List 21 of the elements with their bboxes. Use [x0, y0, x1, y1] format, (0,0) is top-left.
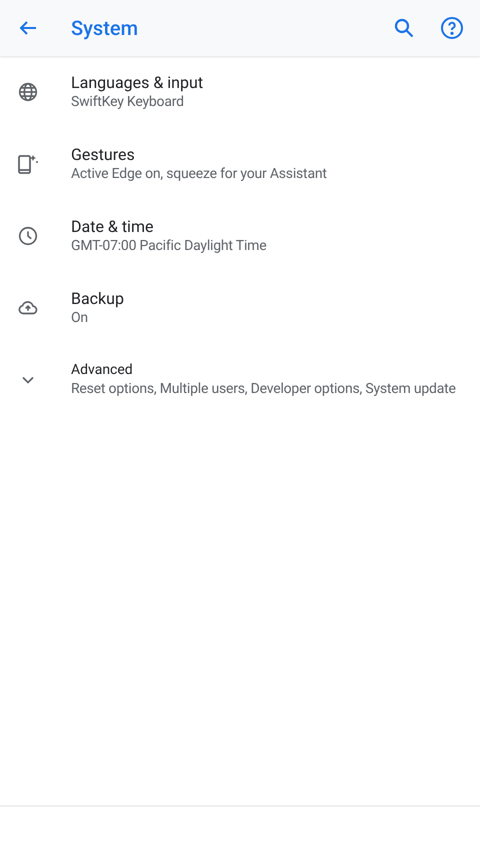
item-summary: SwiftKey Keyboard: [71, 93, 185, 112]
item-title: Backup: [71, 288, 124, 309]
settings-item[interactable]: Gestures Active Edge on, squeeze for your Assistant: [0, 128, 480, 200]
globe-icon: [17, 81, 39, 103]
item-summary: GMT-07:00 Pacific Daylight Time: [71, 237, 266, 256]
item-title: Gestures: [71, 144, 136, 165]
settings-item[interactable]: Date & time GMT-07:00 Pacific Daylight Time: [0, 200, 480, 272]
advanced-item[interactable]: Advanced Reset options, Multiple users, Developer options, System update: [0, 344, 480, 416]
item-title: Advanced: [71, 361, 134, 380]
screen-title: System: [71, 15, 138, 42]
phone-sparkle-icon: [16, 152, 40, 176]
item-summary: Reset options, Multiple users, Developer options, System update: [71, 380, 456, 399]
item-title: Languages & input: [71, 72, 204, 93]
item-summary: Active Edge on, squeeze for your Assistant: [71, 165, 327, 184]
settings-item[interactable]: Languages & input SwiftKey Keyboard: [0, 56, 480, 128]
clock-icon: [17, 225, 39, 247]
help-button[interactable]: [440, 16, 464, 40]
item-title: Date & time: [71, 216, 154, 237]
item-summary: On: [71, 309, 89, 328]
search-button[interactable]: [392, 16, 416, 40]
settings-item[interactable]: Backup On: [0, 272, 480, 344]
